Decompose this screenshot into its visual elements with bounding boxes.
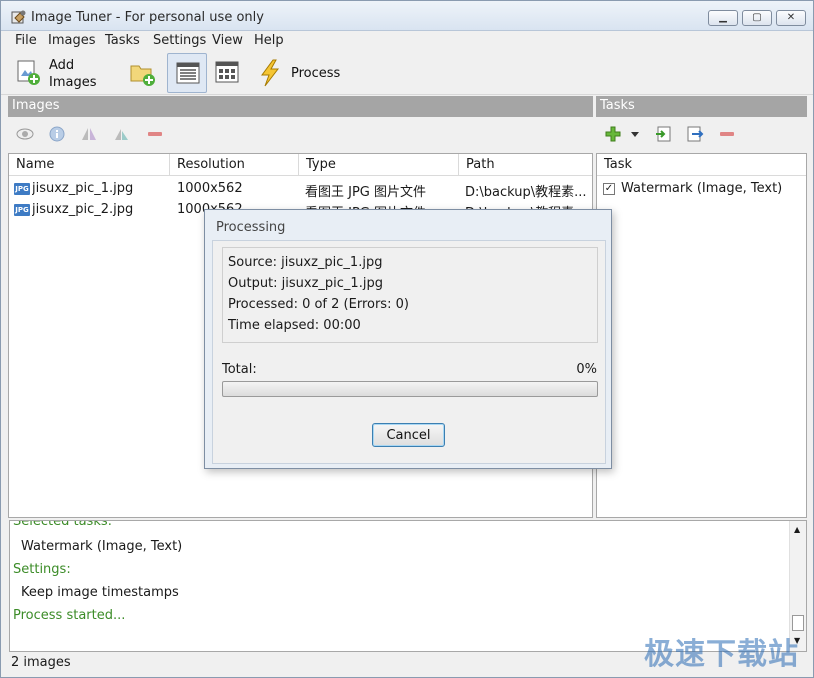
scroll-up-icon[interactable]: ▲ bbox=[794, 525, 800, 534]
add-image-icon bbox=[17, 60, 40, 85]
add-images-label-1: Add bbox=[49, 58, 75, 73]
source-text: Source: jisuxz_pic_1.jpg bbox=[228, 255, 383, 270]
remove-image-icon[interactable] bbox=[146, 126, 164, 142]
column-path[interactable]: Path bbox=[459, 154, 592, 176]
task-item[interactable]: ✓ Watermark (Image, Text) bbox=[597, 178, 806, 199]
add-task-icon[interactable] bbox=[604, 126, 622, 142]
log-line: Process started... bbox=[13, 608, 126, 623]
row-name: jisuxz_pic_1.jpg bbox=[32, 181, 134, 196]
details-view-icon bbox=[176, 62, 200, 84]
total-progress-bar bbox=[222, 381, 598, 397]
info-icon[interactable] bbox=[48, 126, 66, 142]
column-name[interactable]: Name bbox=[9, 154, 170, 176]
processed-text: Processed: 0 of 2 (Errors: 0) bbox=[228, 297, 409, 312]
remove-task-icon[interactable] bbox=[718, 126, 736, 142]
thumbnail-view-icon bbox=[215, 61, 239, 83]
jpg-file-icon: JPG bbox=[14, 183, 30, 195]
processing-info-box: Source: jisuxz_pic_1.jpg Output: jisuxz_… bbox=[222, 247, 598, 343]
tasks-panel-header: Tasks bbox=[596, 96, 807, 117]
menu-view[interactable]: View bbox=[212, 33, 243, 48]
maximize-button[interactable]: ▢ bbox=[742, 10, 772, 26]
main-toolbar: Add Images Process bbox=[1, 51, 813, 95]
window-title: Image Tuner - For personal use only bbox=[31, 10, 264, 25]
log-line: Watermark (Image, Text) bbox=[21, 539, 183, 554]
title-bar: Image Tuner - For personal use only ▁ ▢ … bbox=[1, 1, 813, 31]
log-line: Keep image timestamps bbox=[21, 585, 179, 600]
site-watermark: 极速下载站 bbox=[644, 637, 799, 672]
images-subtoolbar bbox=[8, 117, 593, 151]
cancel-button[interactable]: Cancel bbox=[372, 423, 445, 447]
total-label: Total: bbox=[222, 362, 257, 377]
menu-help[interactable]: Help bbox=[254, 33, 284, 48]
dropdown-arrow-icon[interactable] bbox=[630, 126, 640, 142]
import-task-icon[interactable] bbox=[654, 126, 672, 142]
menu-tasks[interactable]: Tasks bbox=[105, 33, 140, 48]
menu-settings[interactable]: Settings bbox=[153, 33, 206, 48]
status-text: 2 images bbox=[11, 655, 71, 670]
table-row[interactable]: JPG jisuxz_pic_1.jpg 1000x562 看图王 JPG 图片… bbox=[9, 178, 592, 200]
jpg-file-icon: JPG bbox=[14, 204, 30, 216]
images-panel-header: Images bbox=[8, 96, 593, 117]
row-type: 看图王 JPG 图片文件 bbox=[305, 185, 427, 200]
images-panel-title: Images bbox=[12, 98, 60, 113]
log-line: Settings: bbox=[13, 562, 71, 577]
app-window: Image Tuner - For personal use only ▁ ▢ … bbox=[0, 0, 814, 678]
column-type[interactable]: Type bbox=[299, 154, 459, 176]
dialog-title: Processing bbox=[216, 220, 286, 235]
add-folder-button[interactable] bbox=[125, 53, 159, 93]
add-images-label-2: Images bbox=[49, 75, 97, 90]
tasks-subtoolbar bbox=[596, 117, 807, 151]
add-folder-icon bbox=[130, 65, 155, 86]
app-icon bbox=[11, 10, 26, 24]
elapsed-text: Time elapsed: 00:00 bbox=[228, 318, 361, 333]
output-text: Output: jisuxz_pic_1.jpg bbox=[228, 276, 383, 291]
log-line: Selected tasks: bbox=[13, 520, 113, 529]
preview-icon[interactable] bbox=[16, 126, 34, 142]
close-button[interactable]: ✕ bbox=[776, 10, 806, 26]
column-resolution[interactable]: Resolution bbox=[170, 154, 299, 176]
menu-bar: File Images Tasks Settings View Help bbox=[1, 31, 813, 51]
dialog-body: Source: jisuxz_pic_1.jpg Output: jisuxz_… bbox=[212, 240, 606, 464]
menu-file[interactable]: File bbox=[15, 33, 37, 48]
flip-vertical-icon[interactable] bbox=[112, 126, 130, 142]
total-percent: 0% bbox=[576, 362, 597, 377]
flip-horizontal-icon[interactable] bbox=[80, 126, 98, 142]
processing-dialog: Processing Source: jisuxz_pic_1.jpg Outp… bbox=[204, 209, 612, 469]
task-label: Watermark (Image, Text) bbox=[621, 181, 783, 196]
column-task[interactable]: Task bbox=[597, 154, 806, 176]
tasks-list: Task ✓ Watermark (Image, Text) bbox=[596, 153, 807, 518]
task-checkbox[interactable]: ✓ bbox=[603, 183, 615, 195]
process-button[interactable]: Process bbox=[255, 53, 341, 93]
row-resolution: 1000x562 bbox=[177, 181, 243, 196]
tasks-panel-title: Tasks bbox=[600, 98, 635, 113]
menu-images[interactable]: Images bbox=[48, 33, 96, 48]
process-label: Process bbox=[291, 66, 341, 81]
row-name: jisuxz_pic_2.jpg bbox=[32, 202, 134, 217]
export-task-icon[interactable] bbox=[686, 126, 704, 142]
details-view-button[interactable] bbox=[167, 53, 207, 93]
row-path: D:\backup\教程素... bbox=[465, 185, 587, 200]
add-images-button[interactable]: Add Images bbox=[11, 53, 99, 93]
thumbnail-view-button[interactable] bbox=[211, 53, 245, 93]
minimize-button[interactable]: ▁ bbox=[708, 10, 738, 26]
lightning-icon bbox=[261, 59, 280, 87]
